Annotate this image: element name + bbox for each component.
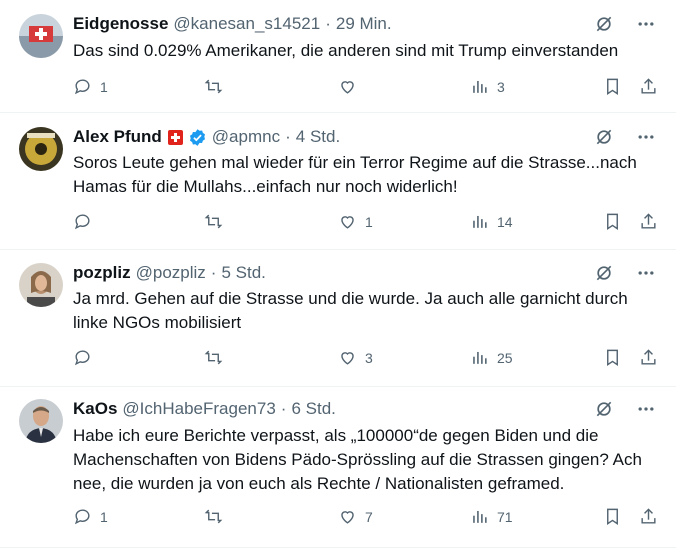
retweet-icon [204, 214, 223, 229]
like-count: 1 [365, 213, 373, 230]
views-button[interactable]: 3 [470, 77, 505, 96]
bookmark-icon [607, 213, 618, 230]
retweet-button[interactable] [204, 77, 231, 96]
share-icon [641, 508, 656, 524]
share-button[interactable] [639, 348, 658, 367]
tweet-text: Ja mrd. Gehen auf die Strasse und die wu… [73, 289, 628, 332]
share-button[interactable] [639, 77, 658, 96]
tweet-text: Das sind 0.029% Amerikaner, die anderen … [73, 41, 619, 60]
bookmark-icon [607, 508, 618, 525]
bookmark-button[interactable] [603, 77, 622, 96]
like-button[interactable]: 7 [338, 507, 373, 526]
reply-count: 1 [100, 508, 108, 525]
author-handle[interactable]: @kanesan_s14521 [173, 14, 320, 34]
verified-badge-icon[interactable] [188, 128, 207, 147]
views-button[interactable]: 25 [470, 348, 513, 367]
share-button[interactable] [639, 507, 658, 526]
retweet-button[interactable] [204, 348, 231, 367]
retweet-icon [204, 79, 223, 94]
tweet[interactable]: KaOs @IchHabeFragen73 · 6 Std. Habe ich … [0, 387, 676, 548]
grok-icon[interactable] [594, 399, 614, 419]
tweet-actions: 1 7 71 [73, 507, 663, 529]
bookmark-button[interactable] [603, 507, 622, 526]
retweet-button[interactable] [204, 507, 231, 526]
reply-button[interactable]: 1 [73, 77, 108, 96]
reply-icon [74, 79, 90, 95]
timestamp[interactable]: 4 Std. [296, 127, 340, 147]
share-icon [641, 213, 656, 229]
views-icon [473, 80, 487, 93]
more-icon[interactable] [636, 14, 656, 34]
retweet-button[interactable] [204, 212, 231, 231]
author-name[interactable]: KaOs [73, 399, 117, 419]
views-icon [473, 510, 487, 523]
separator-dot: · [325, 14, 331, 33]
views-count: 71 [497, 508, 513, 525]
reply-button[interactable] [73, 348, 100, 367]
author-handle[interactable]: @pozpliz [136, 263, 206, 283]
views-count: 25 [497, 349, 513, 366]
tweet-actions: 1 3 [73, 77, 663, 99]
like-icon [341, 81, 354, 94]
timestamp[interactable]: 6 Std. [291, 399, 335, 419]
reply-count: 1 [100, 78, 108, 95]
like-button[interactable]: 3 [338, 348, 373, 367]
grok-icon[interactable] [594, 127, 614, 147]
author-name[interactable]: Eidgenosse [73, 14, 168, 34]
views-button[interactable]: 14 [470, 212, 513, 231]
tweet-text: Habe ich eure Berichte verpasst, als „10… [73, 426, 642, 493]
tweet[interactable]: pozpliz @pozpliz · 5 Std. Ja mrd. Gehen … [0, 250, 676, 387]
like-button[interactable]: 1 [338, 212, 373, 231]
views-count: 14 [497, 213, 513, 230]
reply-icon [74, 509, 90, 525]
views-icon [473, 215, 487, 228]
like-icon [341, 216, 354, 229]
avatar[interactable] [19, 263, 63, 307]
author-handle[interactable]: @apmnc [212, 127, 280, 147]
views-button[interactable]: 71 [470, 507, 513, 526]
views-count: 3 [497, 78, 505, 95]
bookmark-icon [607, 349, 618, 366]
bookmark-button[interactable] [603, 212, 622, 231]
more-icon[interactable] [636, 399, 656, 419]
bookmark-icon [607, 78, 618, 95]
like-icon [341, 352, 354, 365]
grok-icon[interactable] [594, 263, 614, 283]
timestamp[interactable]: 29 Min. [336, 14, 392, 34]
share-icon [641, 78, 656, 94]
grok-icon[interactable] [594, 14, 614, 34]
share-icon [641, 349, 656, 365]
separator-dot: · [210, 263, 217, 282]
avatar[interactable] [19, 127, 63, 171]
swiss-flag-icon [167, 129, 183, 145]
views-icon [473, 351, 487, 364]
like-count: 3 [365, 349, 373, 366]
author-name[interactable]: pozpliz [73, 263, 131, 283]
tweet[interactable]: Eidgenosse @kanesan_s14521 · 29 Min. Das… [0, 0, 676, 113]
like-count: 7 [365, 508, 373, 525]
avatar[interactable] [19, 399, 63, 443]
share-button[interactable] [639, 212, 658, 231]
tweet-actions: 1 14 [73, 212, 663, 234]
separator-dot: · [280, 399, 287, 418]
separator-dot: · [285, 127, 291, 146]
like-button[interactable] [338, 77, 365, 96]
reply-icon [74, 214, 90, 230]
author-handle[interactable]: @IchHabeFragen73 [122, 399, 275, 419]
more-icon[interactable] [636, 127, 656, 147]
avatar[interactable] [19, 14, 63, 58]
reply-icon [74, 350, 90, 366]
retweet-icon [204, 350, 223, 365]
tweet[interactable]: Alex Pfund @apmnc · 4 Std. Soros Leute g… [0, 113, 676, 250]
more-icon[interactable] [636, 263, 656, 283]
retweet-icon [204, 509, 223, 524]
author-name[interactable]: Alex Pfund [73, 127, 162, 147]
reply-button[interactable]: 1 [73, 507, 108, 526]
timestamp[interactable]: 5 Std. [221, 263, 265, 283]
tweet-actions: 3 25 [73, 348, 663, 370]
like-icon [341, 511, 354, 524]
bookmark-button[interactable] [603, 348, 622, 367]
reply-button[interactable] [73, 212, 100, 231]
tweet-text: Soros Leute gehen mal wieder für ein Ter… [73, 153, 637, 196]
